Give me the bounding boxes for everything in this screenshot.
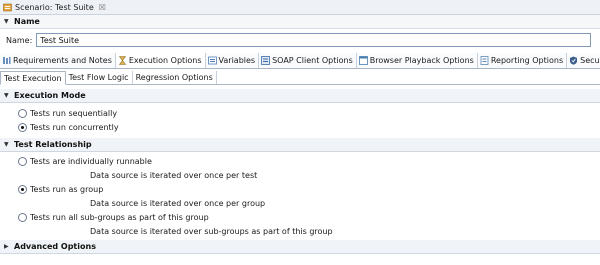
editor-tab-title: Scenario: Test Suite (15, 2, 94, 12)
tab-execution-options[interactable]: Execution Options (115, 53, 206, 68)
name-section-title: Name (14, 17, 40, 26)
tab-label: SOAP Client Options (272, 56, 353, 65)
reporting-icon (480, 56, 489, 65)
tab-variables[interactable]: Variables (206, 53, 260, 68)
expand-icon: ▼ (4, 92, 9, 99)
radio-tests-run-concurrently[interactable]: Tests run concurrently (0, 120, 600, 134)
tab-label: Security Options (580, 56, 600, 65)
page-tabs: Requirements and Notes Execution Options… (0, 53, 600, 69)
tab-label: Variables (218, 56, 256, 65)
radio-label: Tests run all sub-groups as part of this… (30, 212, 209, 222)
radio-tests-run-all-sub-groups[interactable]: Tests run all sub-groups as part of this… (0, 210, 600, 224)
tab-test-execution[interactable]: Test Execution (0, 71, 66, 85)
tab-browser-playback-options[interactable]: Browser Playback Options (357, 53, 478, 68)
radio-button[interactable] (18, 122, 27, 132)
tab-label: Reporting Options (490, 56, 564, 65)
tab-label: Requirements and Notes (13, 56, 112, 65)
radio-tests-run-as-group[interactable]: Tests run as group (0, 182, 600, 196)
tab-regression-options[interactable]: Regression Options (133, 71, 217, 84)
expand-icon: ▼ (4, 141, 9, 148)
radio-label: Tests run concurrently (30, 122, 119, 132)
sub-tabs: Test Execution Test Flow Logic Regressio… (0, 71, 600, 85)
radio-button[interactable] (18, 184, 27, 194)
tab-label: Browser Playback Options (369, 56, 474, 65)
radio-tests-individually-runnable[interactable]: Tests are individually runnable (0, 154, 600, 168)
radio-label: Tests are individually runnable (30, 156, 152, 166)
security-icon (569, 56, 578, 65)
browser-icon (358, 56, 368, 65)
radio-button[interactable] (18, 212, 27, 222)
tab-soap-client-options[interactable]: SOAP Client Options (259, 53, 357, 68)
close-icon[interactable]: ☒ (99, 3, 106, 12)
tab-reporting-options[interactable]: Reporting Options (478, 53, 568, 68)
tab-test-flow-logic[interactable]: Test Flow Logic (66, 71, 133, 84)
tab-requirements-and-notes[interactable]: Requirements and Notes (0, 53, 116, 68)
execution-mode-header[interactable]: ▼ Execution Mode (0, 89, 600, 103)
option-description: Data source is iterated over once per te… (90, 170, 258, 180)
expand-icon: ▼ (4, 18, 9, 25)
advanced-options-title: Advanced Options (14, 242, 96, 251)
name-label: Name: (6, 35, 33, 45)
radio-tests-run-sequentially[interactable]: Tests run sequentially (0, 106, 600, 120)
test-relationship-title: Test Relationship (14, 140, 92, 149)
tab-security-options[interactable]: Security Options (567, 53, 600, 68)
advanced-options-header[interactable]: ▶ Advanced Options (0, 240, 600, 254)
name-input[interactable] (36, 33, 592, 47)
radio-button[interactable] (18, 156, 27, 166)
name-section-header[interactable]: ▼ Name (0, 15, 600, 29)
soap-client-icon (261, 56, 270, 65)
hourglass-icon (118, 56, 127, 65)
radio-label: Tests run sequentially (30, 108, 118, 118)
tab-label: Execution Options (128, 56, 202, 65)
scenario-icon (3, 3, 12, 12)
notes-icon (2, 56, 11, 65)
option-description: Data source is iterated over once per gr… (90, 198, 266, 208)
editor-tab[interactable]: Scenario: Test Suite ☒ (0, 0, 600, 15)
execution-mode-title: Execution Mode (14, 91, 86, 100)
option-description: Data source is iterated over sub-groups … (90, 226, 333, 236)
radio-button[interactable] (18, 108, 27, 118)
collapse-icon: ▶ (4, 243, 9, 250)
test-relationship-header[interactable]: ▼ Test Relationship (0, 138, 600, 152)
variables-icon (207, 56, 217, 65)
name-row: Name: (0, 29, 600, 51)
radio-label: Tests run as group (30, 184, 104, 194)
